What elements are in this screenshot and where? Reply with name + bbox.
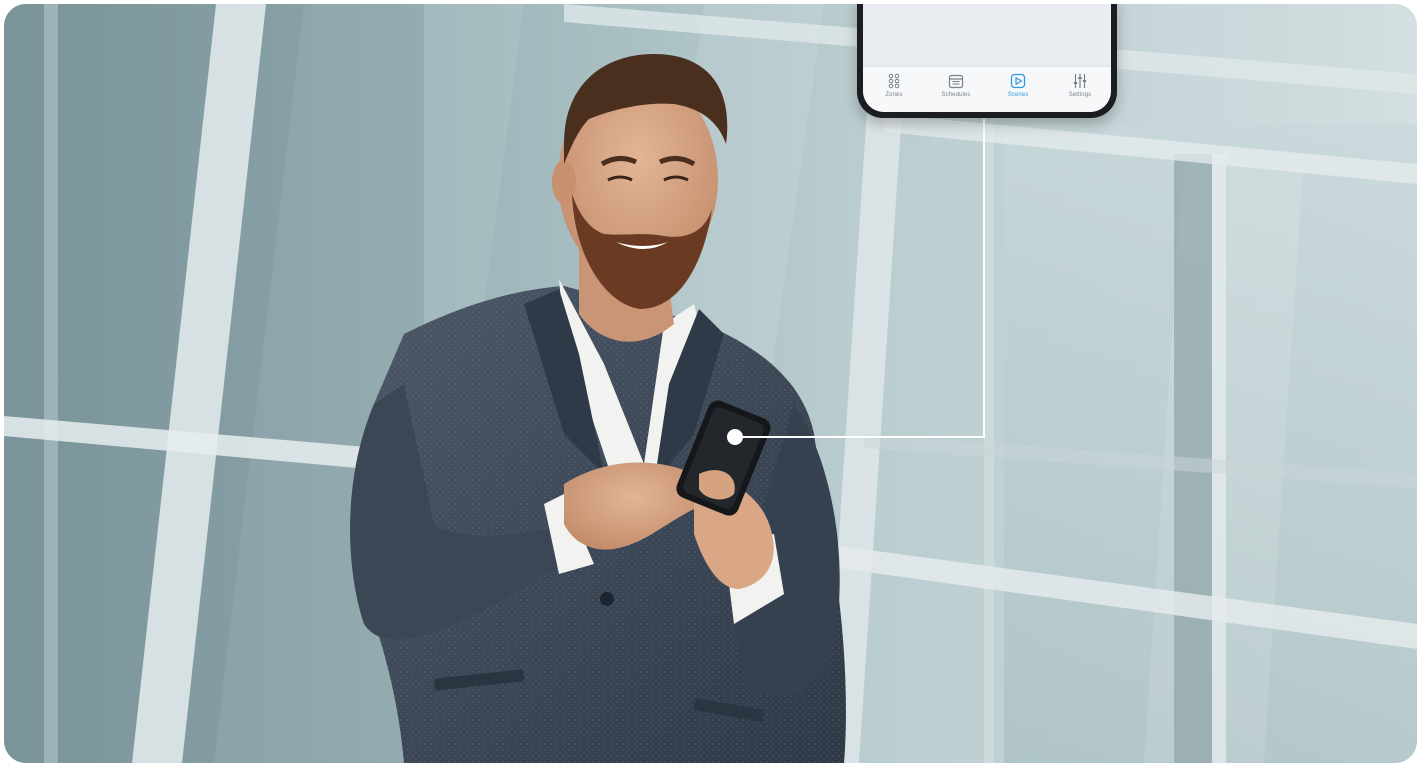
play-icon <box>1010 73 1026 89</box>
hero-image-frame: Zones Schedules Scenes Settings <box>4 4 1417 763</box>
tab-schedules[interactable]: Schedules <box>928 73 984 98</box>
tab-bar: Zones Schedules Scenes Settings <box>863 66 1111 112</box>
calendar-icon <box>948 74 964 89</box>
tab-scenes[interactable]: Scenes <box>990 73 1046 98</box>
grid-icon <box>888 73 900 89</box>
tab-scenes-label: Scenes <box>1007 92 1029 98</box>
tab-zones[interactable]: Zones <box>866 73 922 98</box>
phone-screen: Zones Schedules Scenes Settings <box>863 4 1111 112</box>
tab-zones-label: Zones <box>885 92 903 98</box>
tab-settings-label: Settings <box>1068 92 1092 98</box>
phone-mockup: Zones Schedules Scenes Settings <box>857 4 1117 118</box>
hero-photo <box>4 4 1417 763</box>
tab-schedules-label: Schedules <box>941 92 971 98</box>
sliders-icon <box>1073 74 1087 88</box>
tab-settings[interactable]: Settings <box>1052 73 1108 98</box>
